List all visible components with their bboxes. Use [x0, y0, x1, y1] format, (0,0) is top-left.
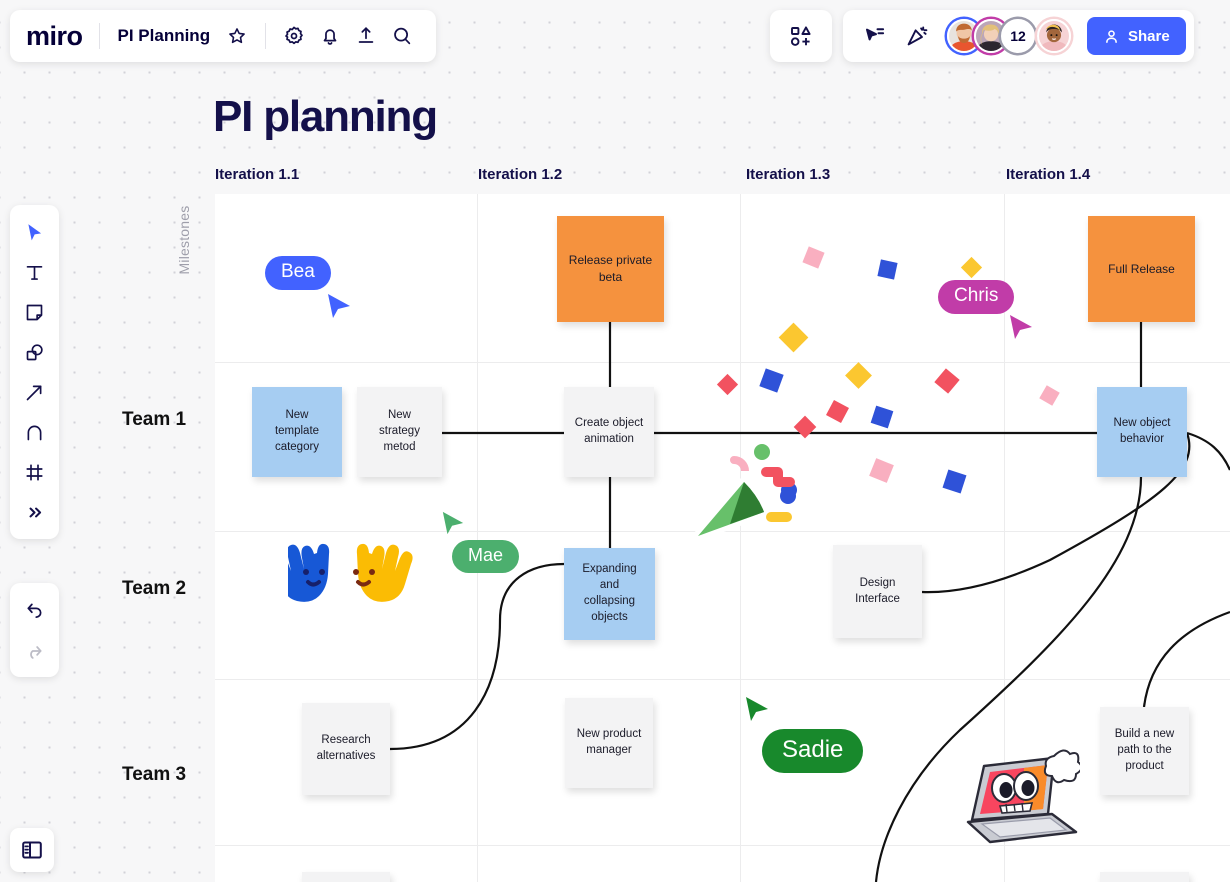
cursor-chat-icon[interactable] [857, 18, 893, 54]
person-icon [1106, 29, 1117, 43]
column-header-iteration-1-1: Iteration 1.1 [215, 166, 300, 183]
sticky-note-text: Create object animation [574, 417, 644, 445]
text-icon [26, 265, 43, 280]
undo-icon [27, 603, 42, 618]
search-icon[interactable] [384, 18, 420, 54]
sticky-note[interactable]: Full Release [1088, 216, 1195, 322]
column-header-iteration-1-4: Iteration 1.4 [1006, 166, 1091, 183]
row-header-team-2: Team 2 [122, 578, 187, 599]
sticky-note[interactable]: Design Interface [833, 545, 922, 638]
chevrons-right-icon [29, 507, 42, 517]
column-header-iteration-1-3: Iteration 1.3 [746, 166, 831, 183]
row-header-team-3: Team 3 [122, 764, 187, 785]
collaborator-overflow-count[interactable]: 12 [1001, 19, 1035, 53]
row-header-team-1: Team 1 [122, 409, 187, 430]
sticky-note[interactable] [1100, 872, 1189, 882]
divider [265, 23, 267, 49]
avatar-image-3 [1039, 21, 1069, 51]
more-tools[interactable] [16, 493, 54, 531]
sticky-note[interactable]: Create object animation [564, 387, 654, 477]
star-icon[interactable] [219, 18, 255, 54]
shapes-icon [26, 343, 43, 360]
board-heading: PI planning [213, 92, 438, 141]
sticky-note[interactable]: New strategy metod [357, 387, 442, 477]
cursor-pointer-sadie [746, 697, 768, 721]
sticky-note[interactable]: New object behavior [1097, 387, 1187, 477]
top-right-toolbar: 12 Share [843, 10, 1194, 62]
arrow-icon [26, 385, 42, 400]
frame-tool[interactable] [16, 453, 54, 491]
laptop-monster-sticker[interactable] [962, 748, 1080, 846]
share-button[interactable]: Share [1087, 17, 1186, 55]
cursor-pointer-mae [442, 511, 464, 535]
sticky-note[interactable]: New product manager [565, 698, 653, 788]
cursor-icon [28, 223, 42, 240]
sticky-note-text: Design Interface [855, 576, 900, 605]
top-left-toolbar: miro PI Planning [10, 10, 437, 62]
gear-icon[interactable] [276, 18, 312, 54]
sticky-note-text: Build a new path to the product [1114, 728, 1175, 772]
panel-toggle-button[interactable] [10, 828, 54, 872]
redo-button[interactable] [16, 631, 54, 669]
sticky-note[interactable] [302, 872, 390, 882]
sticky-note-text: Full Release [1108, 261, 1175, 276]
panel-icon [22, 841, 42, 859]
sticky-note[interactable]: Expanding and collapsing objects [564, 548, 655, 640]
raised-hands-sticker[interactable] [288, 530, 418, 625]
sticky-note-icon [26, 304, 43, 320]
cursor-label-sadie: Sadie [762, 729, 864, 773]
bell-icon[interactable] [312, 18, 348, 54]
column-header-iteration-1-2: Iteration 1.2 [478, 166, 563, 183]
cursor-label-bea: Bea [265, 256, 331, 290]
cursor-pointer-chris [1010, 315, 1032, 339]
sticky-note-text: Research alternatives [316, 734, 376, 762]
history-toolbar [10, 583, 59, 677]
shapes-tool[interactable] [16, 333, 54, 371]
collaborator-avatars: 12 [947, 19, 1071, 53]
cursor-pointer-bea [328, 294, 350, 318]
share-label: Share [1128, 27, 1170, 45]
party-popper-icon[interactable] [899, 18, 935, 54]
cursor-label-mae: Mae [452, 540, 520, 573]
upload-icon[interactable] [348, 18, 384, 54]
sticky-note-text: New object behavior [1113, 417, 1171, 445]
apps-and-shapes-button[interactable] [770, 10, 832, 62]
redo-icon [30, 645, 42, 659]
sticky-note[interactable]: Build a new path to the product [1100, 707, 1189, 795]
frame-icon [26, 464, 43, 480]
row-header-milestones: Milestones [176, 205, 192, 275]
select-tool[interactable] [16, 213, 54, 251]
sticky-note-tool[interactable] [16, 293, 54, 331]
pen-tool[interactable] [16, 413, 54, 451]
left-toolbar [10, 205, 59, 539]
connector-tool[interactable] [16, 373, 54, 411]
sticky-note-text: Expanding and collapsing objects [582, 563, 637, 623]
sticky-note[interactable]: Research alternatives [302, 703, 390, 795]
sticky-note[interactable]: Release private beta [557, 216, 664, 322]
text-tool[interactable] [16, 253, 54, 291]
shapes-grid-icon [790, 26, 811, 46]
board-title[interactable]: PI Planning [100, 26, 220, 46]
party-popper-sticker[interactable] [686, 438, 806, 548]
sticky-note-text: New strategy metod [379, 409, 420, 453]
sticky-note-text: New template category [274, 409, 320, 453]
miro-logo[interactable]: miro [26, 21, 99, 52]
undo-button[interactable] [16, 591, 54, 629]
cursor-label-chris: Chris [938, 280, 1015, 314]
sticky-note-text: Release private beta [568, 253, 653, 284]
sticky-note-text: New product manager [576, 728, 642, 756]
pen-icon [27, 425, 42, 440]
sticky-note[interactable]: New template category [252, 387, 342, 477]
avatar-current-user[interactable] [1037, 19, 1071, 53]
